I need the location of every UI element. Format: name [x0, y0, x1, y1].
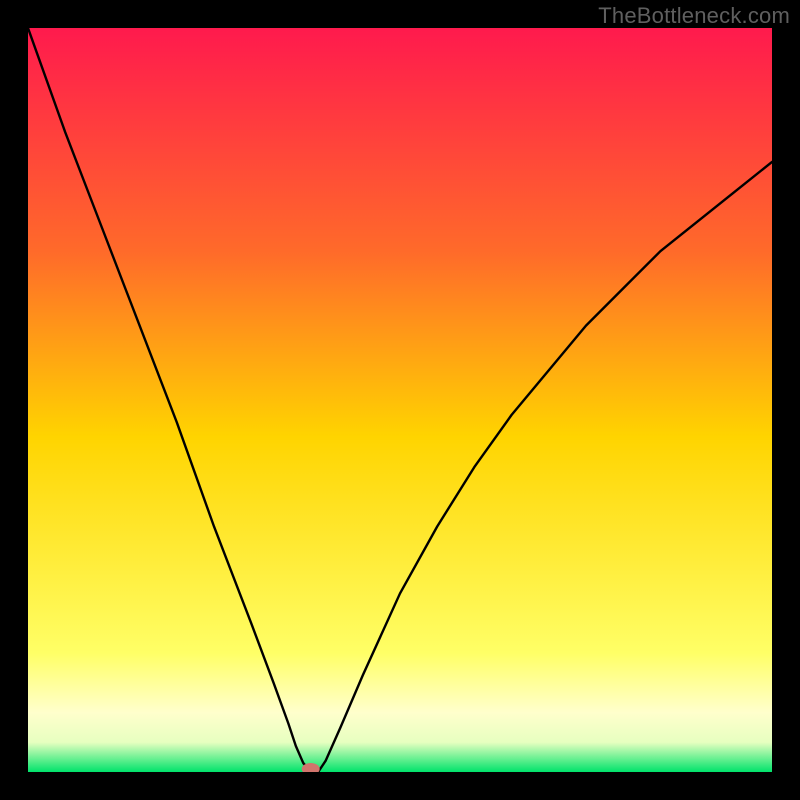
chart-svg	[28, 28, 772, 772]
watermark-text: TheBottleneck.com	[598, 3, 790, 29]
chart-frame: TheBottleneck.com	[0, 0, 800, 800]
chart-background	[28, 28, 772, 772]
chart-plot-area	[28, 28, 772, 772]
